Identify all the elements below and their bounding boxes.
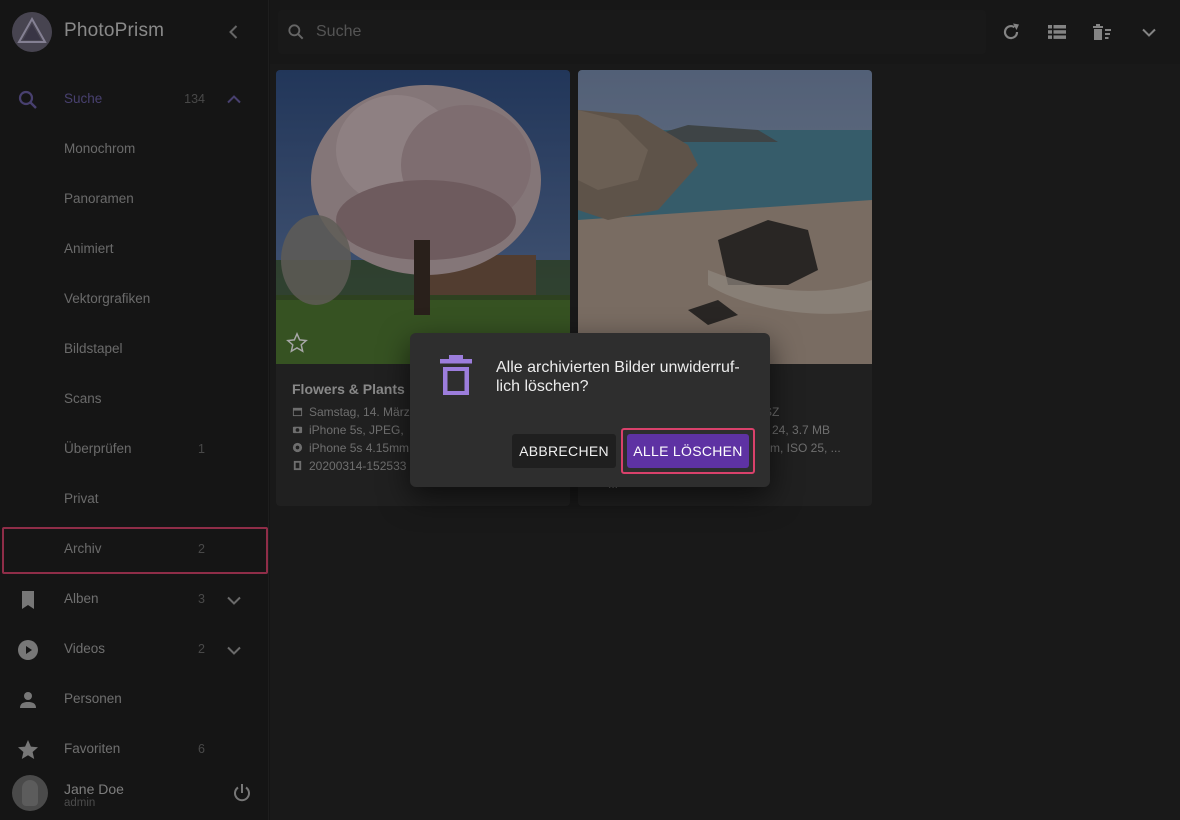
dialog-message: Alle archivierten Bilder unwiderruf-lich… [496, 359, 740, 395]
delete-icon [436, 353, 476, 399]
app-root: PhotoPrism Suche 134 Monochrom Panoramen… [0, 0, 1180, 820]
cancel-button[interactable]: ABBRECHEN [512, 434, 616, 468]
confirm-delete-dialog: Alle archivierten Bilder unwiderruf-lich… [410, 333, 770, 487]
delete-all-button[interactable]: ALLE LÖSCHEN [627, 434, 749, 468]
